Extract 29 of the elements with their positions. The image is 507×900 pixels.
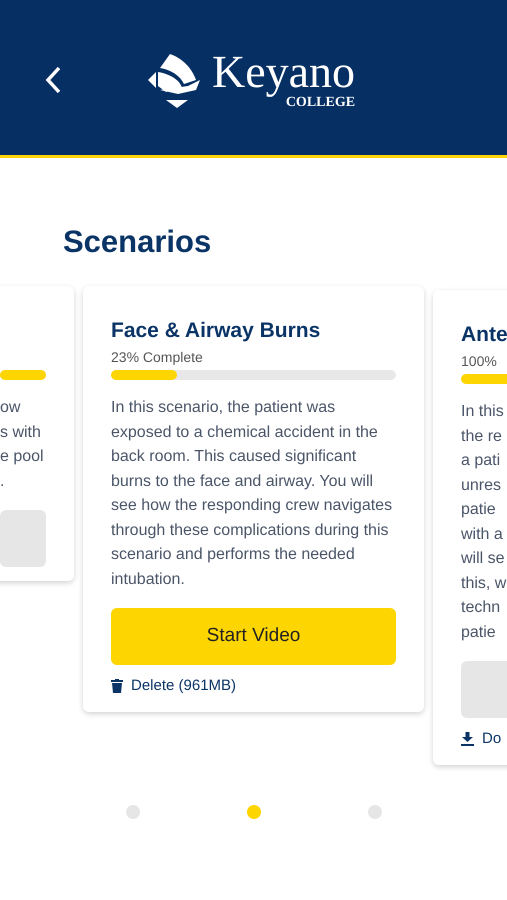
- download-button[interactable]: [0, 510, 46, 567]
- card-description: In this scenario, the patient was exposed to a chemical accident in the back room. This caused significant burns to the face and airway. You will see how the responding crew navigates through these complications during this scenario and performs the needed intubation.: [111, 398, 394, 590]
- description-line: .: [0, 472, 6, 492]
- description-line: s with: [0, 422, 42, 442]
- description-line: ow: [0, 398, 22, 418]
- download-link[interactable]: Do: [482, 728, 502, 750]
- download-icon: [461, 732, 474, 746]
- start-video-button[interactable]: Start Video: [111, 608, 396, 665]
- description-line: In this: [461, 402, 505, 422]
- progress-label: 100%: [461, 352, 498, 371]
- back-icon[interactable]: [44, 64, 62, 94]
- page-title: Scenarios: [63, 223, 212, 261]
- card-title: Ante: [461, 322, 507, 348]
- description-line: a pati: [461, 451, 502, 471]
- description-line: with a: [461, 524, 504, 544]
- logo-subtitle: COLLEGE: [286, 94, 356, 110]
- description-line: patie: [461, 622, 497, 642]
- card-title: Face & Airway Burns: [111, 318, 322, 344]
- description-line: the re: [461, 426, 503, 446]
- description-line: techn: [461, 598, 502, 618]
- description-line: will se: [461, 549, 506, 569]
- delete-link[interactable]: Delete (961MB): [131, 675, 236, 698]
- trash-icon: [111, 679, 123, 694]
- description-line: e pool: [0, 447, 45, 467]
- description-line: unres: [461, 476, 502, 496]
- logo-name: Keyano: [212, 48, 356, 94]
- description-line: this, w: [461, 574, 507, 594]
- description-line: patie: [461, 500, 497, 520]
- progress-label: 23% Complete: [111, 348, 204, 367]
